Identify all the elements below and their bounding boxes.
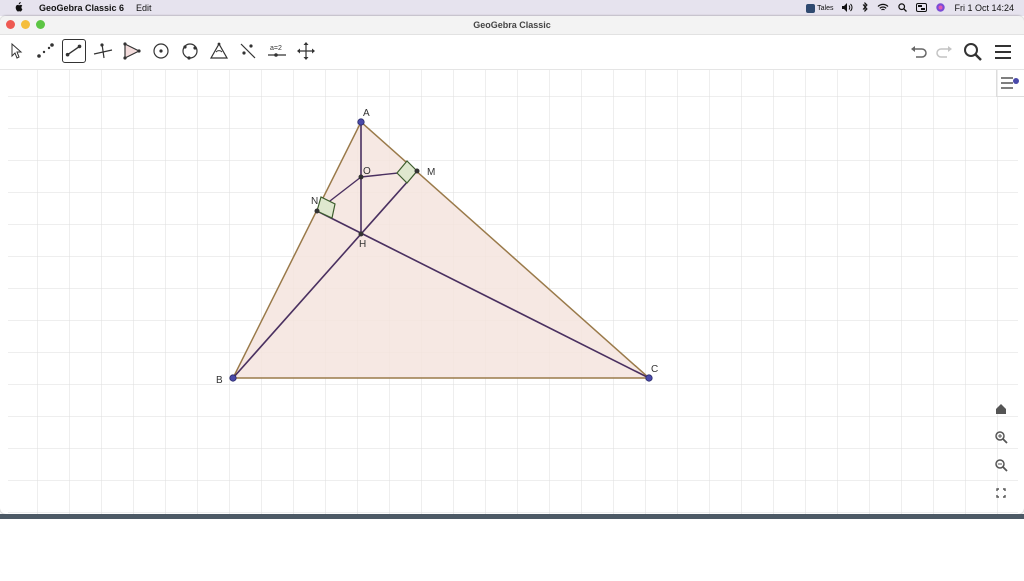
point-c[interactable] bbox=[645, 374, 653, 382]
undo-icon bbox=[911, 46, 927, 58]
perpendicular-line-icon bbox=[93, 43, 113, 59]
app-name[interactable]: GeoGebra Classic 6 bbox=[39, 3, 124, 13]
point-icon bbox=[37, 43, 54, 58]
control-center-icon[interactable] bbox=[916, 2, 928, 14]
siri-icon[interactable] bbox=[936, 2, 946, 14]
tales-icon bbox=[806, 3, 816, 13]
polygon-icon bbox=[123, 42, 141, 60]
close-window-button[interactable] bbox=[6, 20, 15, 29]
graphics-view[interactable]: A B C H O M N bbox=[8, 70, 1018, 514]
move-tool-button[interactable] bbox=[4, 39, 28, 63]
redo-icon bbox=[936, 46, 952, 58]
label-b: B bbox=[216, 375, 223, 386]
angle-tool-button[interactable] bbox=[207, 39, 231, 63]
reflect-about-line-icon bbox=[240, 43, 256, 59]
segment-icon bbox=[65, 44, 82, 57]
move-view-tool-button[interactable] bbox=[294, 39, 318, 63]
zoom-window-button[interactable] bbox=[36, 20, 45, 29]
redo-button[interactable] bbox=[933, 41, 955, 63]
polygon-tool-button[interactable] bbox=[120, 39, 144, 63]
point-h[interactable] bbox=[358, 231, 364, 237]
menubar-status-area: Tales Fri 1 Oct 14:24 bbox=[806, 0, 1014, 16]
angle-icon bbox=[209, 42, 229, 59]
label-n: N bbox=[311, 196, 318, 207]
macos-menubar: GeoGebra Classic 6 Edit Tales Fri 1 Oct … bbox=[0, 0, 1024, 16]
point-a[interactable] bbox=[357, 118, 365, 126]
apple-icon[interactable] bbox=[14, 2, 23, 14]
fullscreen-button[interactable] bbox=[990, 482, 1012, 504]
label-m: M bbox=[427, 167, 435, 178]
label-h: H bbox=[359, 239, 366, 250]
minimize-window-button[interactable] bbox=[21, 20, 30, 29]
circle-tool-button[interactable] bbox=[149, 39, 173, 63]
slider-tool-text: a=2 bbox=[270, 45, 282, 52]
point-n[interactable] bbox=[314, 208, 320, 214]
volume-icon[interactable] bbox=[842, 2, 853, 14]
conic-tool-button[interactable] bbox=[178, 39, 202, 63]
search-button[interactable] bbox=[962, 41, 984, 63]
circle-icon bbox=[153, 43, 169, 59]
window-controls bbox=[6, 20, 45, 29]
date-time[interactable]: Fri 1 Oct 14:24 bbox=[954, 3, 1014, 13]
undo-button[interactable] bbox=[908, 41, 930, 63]
point-tool-button[interactable] bbox=[33, 39, 57, 63]
wifi-icon[interactable] bbox=[877, 3, 889, 14]
window-title: GeoGebra Classic bbox=[473, 20, 551, 30]
bluetooth-icon[interactable] bbox=[862, 1, 869, 14]
geogebra-window: GeoGebra Classic a=2 A B C H O M N bbox=[0, 16, 1024, 514]
slider-tool-button[interactable]: a=2 bbox=[265, 39, 289, 63]
window-titlebar: GeoGebra Classic bbox=[0, 16, 1024, 35]
label-c: C bbox=[651, 364, 658, 375]
home-icon bbox=[996, 404, 1006, 414]
zoom-out-button[interactable] bbox=[990, 454, 1012, 476]
move-arrow-icon bbox=[11, 42, 23, 59]
blank-area bbox=[0, 519, 1024, 581]
search-icon bbox=[964, 43, 982, 61]
label-o: O bbox=[363, 166, 371, 177]
zoom-in-button[interactable] bbox=[990, 426, 1012, 448]
segment-tool-button[interactable] bbox=[62, 39, 86, 63]
hamburger-menu-icon bbox=[995, 45, 1011, 59]
main-menu-button[interactable] bbox=[992, 41, 1014, 63]
menu-edit[interactable]: Edit bbox=[136, 3, 152, 13]
spotlight-search-icon[interactable] bbox=[898, 2, 908, 14]
point-b[interactable] bbox=[229, 374, 237, 382]
tales-label: Tales bbox=[817, 4, 834, 12]
toolbar: a=2 bbox=[0, 35, 1024, 70]
perpendicular-line-tool-button[interactable] bbox=[91, 39, 115, 63]
fullscreen-icon bbox=[996, 488, 1006, 498]
label-a: A bbox=[363, 108, 370, 119]
point-m[interactable] bbox=[414, 168, 420, 174]
slider-icon: a=2 bbox=[268, 45, 286, 57]
zoom-in-icon bbox=[995, 431, 1008, 444]
zoom-out-icon bbox=[995, 459, 1008, 472]
circle-through-points-icon bbox=[182, 43, 198, 60]
tales-status-item[interactable]: Tales bbox=[806, 3, 834, 13]
move-graphics-view-icon bbox=[297, 42, 315, 60]
standard-view-button[interactable] bbox=[990, 398, 1012, 420]
reflect-tool-button[interactable] bbox=[236, 39, 260, 63]
